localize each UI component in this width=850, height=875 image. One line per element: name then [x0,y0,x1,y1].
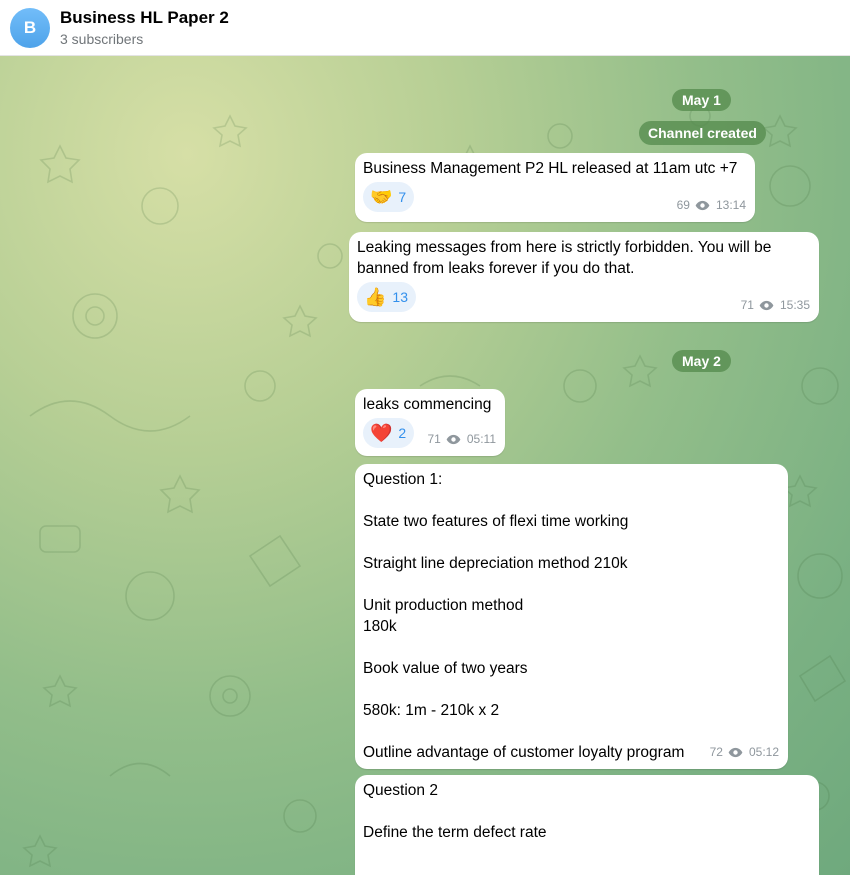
view-count: 71 [740,298,754,312]
message-list[interactable]: May 1 Channel created Business Managemen… [0,56,850,875]
view-count: 69 [676,198,690,212]
eye-icon [759,300,774,311]
handshake-emoji: 🤝 [370,186,393,207]
eye-icon [728,747,743,758]
message-bubble[interactable]: Leaking messages from here is strictly f… [349,232,819,322]
reaction-count: 2 [398,424,407,441]
channel-title[interactable]: Business HL Paper 2 [60,8,229,28]
date-separator-may-1: May 1 [672,89,731,111]
message-meta: 72 05:12 [710,742,779,763]
message-text: Leaking messages from here is strictly f… [357,239,776,277]
subscriber-count: 3 subscribers [60,31,144,47]
message-time: 05:11 [466,432,496,446]
message-time: 15:35 [779,298,810,312]
message-text: Question 2 Define the term defect rate [363,782,547,841]
reaction-count: 13 [392,288,408,305]
view-count: 71 [427,432,441,446]
message-meta: 71 05:11 [428,429,497,450]
reaction-count: 7 [398,188,407,205]
eye-icon [446,434,461,445]
thumbs-up-emoji: 👍 [364,286,387,307]
message-meta: 71 15:35 [741,295,810,316]
reaction-button[interactable]: ❤️ 2 [363,418,415,448]
message-meta: 69 13:14 [677,195,746,216]
channel-avatar[interactable]: B [10,8,50,48]
date-separator-may-2: May 2 [672,350,731,372]
message-bubble[interactable]: Business Management P2 HL released at 11… [355,153,755,222]
message-time: 05:12 [748,745,779,759]
eye-icon [695,200,710,211]
message-text: leaks commencing [363,396,492,413]
message-text: Business Management P2 HL released at 11… [363,160,738,177]
message-text: Question 1: State two features of flexi … [363,471,685,761]
message-time: 13:14 [715,198,746,212]
chat-header[interactable]: B Business HL Paper 2 3 subscribers [0,0,850,56]
reaction-button[interactable]: 🤝 7 [363,182,415,212]
red-heart-emoji: ❤️ [370,422,393,443]
message-bubble[interactable]: leaks commencing ❤️ 2 71 05:11 [355,389,505,456]
message-bubble[interactable]: Question 2 Define the term defect rate [355,775,819,875]
message-bubble[interactable]: Question 1: State two features of flexi … [355,464,788,769]
reaction-button[interactable]: 👍 13 [357,282,416,312]
channel-created-notice: Channel created [639,121,766,145]
view-count: 72 [709,745,723,759]
